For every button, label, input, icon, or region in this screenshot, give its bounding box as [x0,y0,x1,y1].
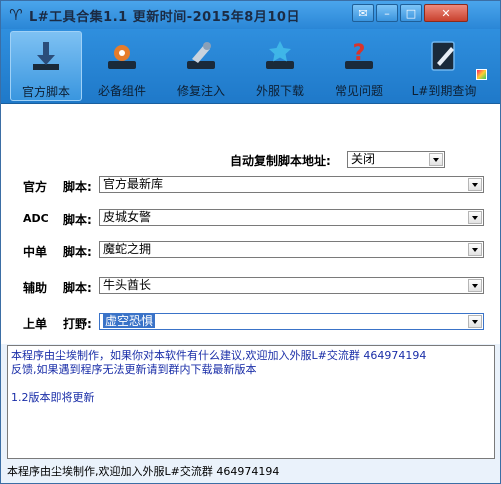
download-arrow-icon [33,42,59,70]
status-text: 本程序由尘埃制作,欢迎加入外服L#交流群 464974194 [7,465,280,478]
info-textarea[interactable]: 本程序由尘埃制作，如果你对本软件有什么建议,欢迎加入外服L#交流群 464974… [7,345,495,459]
notebook-pen-icon [431,41,455,71]
tool-faq[interactable]: ? 常见问题 [323,31,395,101]
info-line: 本程序由尘埃制作，如果你对本软件有什么建议,欢迎加入外服L#交流群 464974… [11,349,427,362]
autocopy-select[interactable]: 关闭 [347,151,445,168]
question-icon: ? [345,41,373,69]
row-category: 官方 [23,180,48,194]
minimize-button[interactable]: – [376,4,398,22]
row-category: 中单 [23,245,48,259]
chevron-down-icon[interactable] [468,243,482,256]
main-window: ♈ L#工具合集1.1 更新时间-2015年8月10日 ✉ – □ ✕ 官方脚本… [0,0,501,484]
tool-official-script[interactable]: 官方脚本 [10,31,82,101]
row-category: 上单 [23,317,48,331]
select-value: 虚空恐惧 [103,314,156,328]
tool-label: 官方脚本 [21,85,70,99]
row-category: 辅助 [23,281,48,295]
row-field: 脚本: [63,213,92,227]
autocopy-value: 关闭 [351,152,376,166]
close-icon: ✕ [441,7,451,20]
tool-expiry-query[interactable]: L#到期查询 [402,31,486,101]
chevron-down-icon[interactable] [468,315,482,328]
chevron-down-icon[interactable] [468,178,482,191]
title-bar[interactable]: ♈ L#工具合集1.1 更新时间-2015年8月10日 ✉ – □ ✕ [1,1,500,29]
chat-icon[interactable]: ✉ [352,4,374,22]
row-category: ADC [23,212,49,225]
close-button[interactable]: ✕ [424,4,468,22]
chevron-down-icon[interactable] [429,153,443,166]
tool-label: 常见问题 [334,84,383,98]
svg-text:?: ? [353,41,366,66]
select-value: 官方最新库 [103,177,164,191]
tool-label: 外服下载 [255,84,304,98]
autocopy-label: 自动复制脚本地址: [230,154,331,168]
select-value: 皮城女警 [103,210,152,224]
maximize-icon: □ [405,7,417,20]
bull-logo-icon: ♈ [9,6,23,24]
adc-script-select[interactable]: 皮城女警 [99,209,484,226]
official-script-select[interactable]: 官方最新库 [99,176,484,193]
minimize-icon: – [384,7,390,20]
repair-icon [187,42,215,69]
maximize-button[interactable]: □ [400,4,422,22]
support-script-select[interactable]: 牛头酋长 [99,277,484,294]
chevron-down-icon[interactable] [468,211,482,224]
select-value: 牛头酋长 [103,278,152,292]
tool-repair-injection[interactable]: 修复注入 [165,31,237,101]
toolbar: 官方脚本 必备组件 修复注入 外服下载 ? 常见问题 L#到期查询 [1,29,500,104]
chevron-down-icon[interactable] [468,279,482,292]
tool-required-components[interactable]: 必备组件 [86,31,158,101]
mid-script-select[interactable]: 魔蛇之拥 [99,241,484,258]
tool-label: 必备组件 [97,84,146,98]
tool-label: 修复注入 [176,84,225,98]
info-line: 1.2版本即将更新 [11,391,95,404]
component-icon [108,45,136,69]
star-download-icon [266,41,294,69]
select-value: 魔蛇之拥 [103,242,152,256]
tool-foreign-download[interactable]: 外服下载 [244,31,316,101]
jungle-script-select[interactable]: 虚空恐惧 [99,313,484,330]
tool-label: L#到期查询 [411,84,477,98]
row-field: 打野: [63,317,92,331]
window-title: L#工具合集1.1 更新时间-2015年8月10日 [29,10,300,25]
status-bar: 本程序由尘埃制作,欢迎加入外服L#交流群 464974194 [1,461,500,483]
script-form: 自动复制脚本地址: 关闭 官方 脚本: 官方最新库 ADC 脚本: 皮城女警 中… [1,104,500,344]
row-field: 脚本: [63,281,92,295]
skin-icon[interactable] [476,69,487,80]
row-field: 脚本: [63,180,92,194]
info-line: 反馈,如果遇到程序无法更新请到群内下载最新版本 [11,363,257,376]
row-field: 脚本: [63,245,92,259]
